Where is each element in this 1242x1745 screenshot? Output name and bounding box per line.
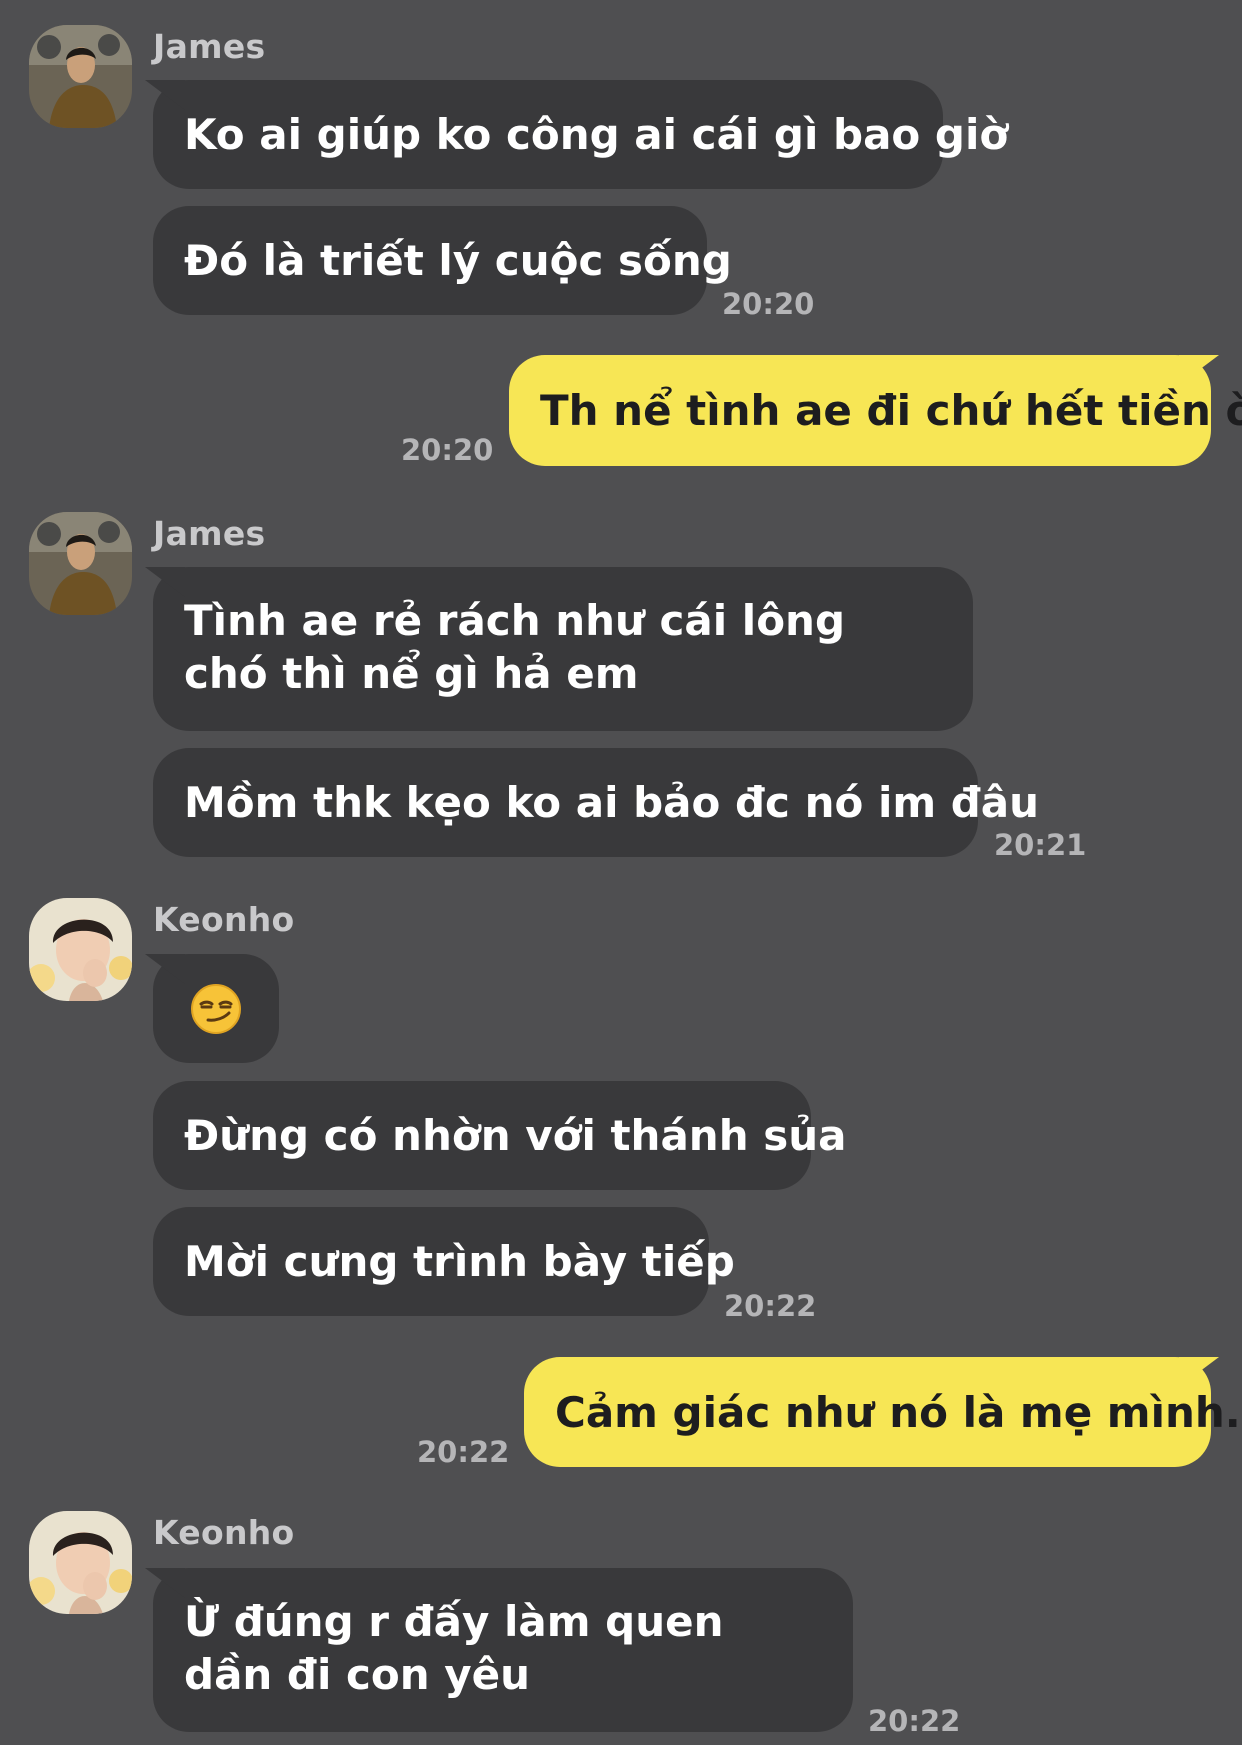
message-timestamp: 20:22 — [868, 1704, 961, 1738]
chat-thread: James Ko ai giúp ko công ai cái gì bao g… — [0, 0, 1242, 1745]
message-timestamp: 20:20 — [722, 287, 815, 321]
message-timestamp: 20:21 — [994, 828, 1087, 862]
james-avatar[interactable] — [29, 512, 132, 615]
message-bubble[interactable]: Mời cưng trình bày tiếp — [153, 1207, 735, 1316]
message-timestamp: 20:20 — [401, 433, 494, 467]
message-bubble[interactable]: Ừ đúng r đấy làm quen dần đi con yêu — [153, 1568, 853, 1732]
sender-name: Keonho — [153, 900, 295, 939]
message-bubble[interactable]: Đừng có nhờn với thánh sủa — [153, 1081, 846, 1190]
keonho-avatar[interactable] — [29, 898, 132, 1001]
sender-name: James — [153, 514, 266, 553]
keonho-avatar[interactable] — [29, 1511, 132, 1614]
my-message-bubble[interactable]: Th nể tình ae đi chứ hết tiền òi — [509, 355, 1242, 466]
james-avatar[interactable] — [29, 25, 132, 128]
sender-name: Keonho — [153, 1513, 295, 1552]
message-bubble[interactable]: Ko ai giúp ko công ai cái gì bao giờ — [153, 80, 1008, 189]
person-photo-icon — [29, 512, 132, 615]
message-bubble[interactable]: Đó là triết lý cuộc sống — [153, 206, 732, 315]
person-photo-icon — [29, 898, 132, 1001]
message-timestamp: 20:22 — [724, 1289, 817, 1323]
smirking-face-icon — [191, 983, 241, 1034]
person-photo-icon — [29, 1511, 132, 1614]
sender-name: James — [153, 27, 266, 66]
message-bubble[interactable]: Mồm thk kẹo ko ai bảo đc nó im đâu — [153, 748, 1039, 857]
message-timestamp: 20:22 — [417, 1435, 510, 1469]
my-message-bubble[interactable]: Cảm giác như nó là mẹ mình.. — [524, 1357, 1242, 1467]
message-bubble[interactable]: Tình ae rẻ rách như cái lông chó thì nể … — [153, 567, 973, 731]
person-photo-icon — [29, 25, 132, 128]
emoji-message-bubble[interactable] — [153, 954, 279, 1063]
